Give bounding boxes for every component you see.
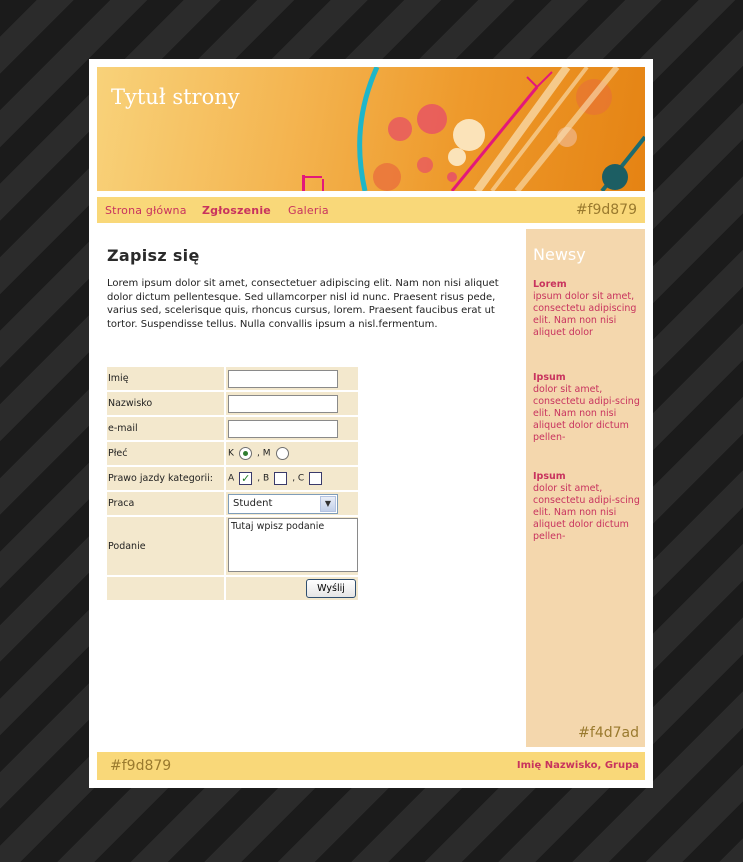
news-body: dolor sit amet, consectetu adipi-scing e… <box>533 384 640 443</box>
news-title: Ipsum <box>533 372 566 383</box>
footer-color-label: #f9d879 <box>110 758 172 774</box>
form-row-gender: Płeć K , M <box>107 442 358 465</box>
form-row-application: Podanie Tutaj wpisz podanie <box>107 517 358 575</box>
submit-row-spacer <box>107 577 226 600</box>
signup-form: Imię Nazwisko e-mail Płeć K , M Prawo ja… <box>107 365 358 602</box>
footer-author: Imię Nazwisko, Grupa <box>516 760 639 771</box>
gender-k-label: K <box>228 448 234 459</box>
job-select[interactable]: Student ▼ <box>228 493 338 514</box>
nav-item-home[interactable]: Strona główna <box>105 204 187 217</box>
application-label: Podanie <box>107 517 226 575</box>
gender-label: Płeć <box>107 442 226 465</box>
email-input[interactable] <box>228 419 338 438</box>
news-title: Ipsum <box>533 471 566 482</box>
email-label: e-mail <box>107 417 226 440</box>
form-row-license: Prawo jazdy kategorii: A ✓ , B , C <box>107 467 358 490</box>
nav-bar: Strona główna Zgłoszenie Galeria #f9d879 <box>97 197 645 223</box>
license-b-label: , B <box>257 473 270 484</box>
intro-text: Lorem ipsum dolor sit amet, consectetuer… <box>107 278 499 330</box>
news-body: ipsum dolor sit amet, consectetu adipisc… <box>533 291 637 338</box>
license-a-checkbox[interactable]: ✓ <box>239 472 253 485</box>
surname-input[interactable] <box>228 394 338 413</box>
chevron-down-icon[interactable]: ▼ <box>320 495 336 512</box>
name-label: Imię <box>107 367 226 390</box>
form-row-name: Imię <box>107 367 358 390</box>
license-b-checkbox[interactable] <box>274 472 288 485</box>
news-item[interactable]: Ipsum dolor sit amet, consectetu adipi-s… <box>533 471 645 543</box>
footer: #f9d879 Imię Nazwisko, Grupa <box>97 752 645 780</box>
news-item[interactable]: Lorem ipsum dolor sit amet, consectetu a… <box>533 279 645 339</box>
site-title: Tytuł strony <box>111 85 240 109</box>
license-label: Prawo jazdy kategorii: <box>107 467 226 490</box>
license-c-checkbox[interactable] <box>309 472 323 485</box>
job-label: Praca <box>107 492 226 515</box>
news-sidebar: Newsy Lorem ipsum dolor sit amet, consec… <box>526 229 645 747</box>
license-a-label: A <box>228 473 235 484</box>
nav-item-gallery[interactable]: Galeria <box>288 204 329 217</box>
page-container: Tytuł strony Strona główna Zgłoszenie Ga… <box>89 59 653 788</box>
news-item[interactable]: Ipsum dolor sit amet, consectetu adipi-s… <box>533 372 645 444</box>
submit-button[interactable]: Wyślij <box>306 579 356 598</box>
sidebar-color-label: #f4d7ad <box>578 725 639 741</box>
gender-k-radio[interactable] <box>238 447 252 460</box>
main-content: Zapisz się Lorem ipsum dolor sit amet, c… <box>107 239 507 331</box>
gender-m-radio[interactable] <box>275 447 289 460</box>
nav-item-application[interactable]: Zgłoszenie <box>202 204 271 217</box>
header-banner: Tytuł strony <box>97 67 645 191</box>
form-row-email: e-mail <box>107 417 358 440</box>
application-textarea[interactable]: Tutaj wpisz podanie <box>228 517 358 572</box>
surname-label: Nazwisko <box>107 392 226 415</box>
news-body: dolor sit amet, consectetu adipi-scing e… <box>533 483 640 542</box>
job-select-value: Student <box>233 497 273 509</box>
form-row-submit: Wyślij <box>107 577 358 600</box>
news-title: Lorem <box>533 279 567 290</box>
form-row-surname: Nazwisko <box>107 392 358 415</box>
name-input[interactable] <box>228 369 338 388</box>
nav-color-label: #f9d879 <box>575 202 637 218</box>
license-c-label: , C <box>292 473 305 484</box>
form-row-job: Praca Student ▼ <box>107 492 358 515</box>
page-title: Zapisz się <box>107 246 200 265</box>
sidebar-title: Newsy <box>533 245 586 264</box>
gender-m-label: , M <box>256 448 271 459</box>
